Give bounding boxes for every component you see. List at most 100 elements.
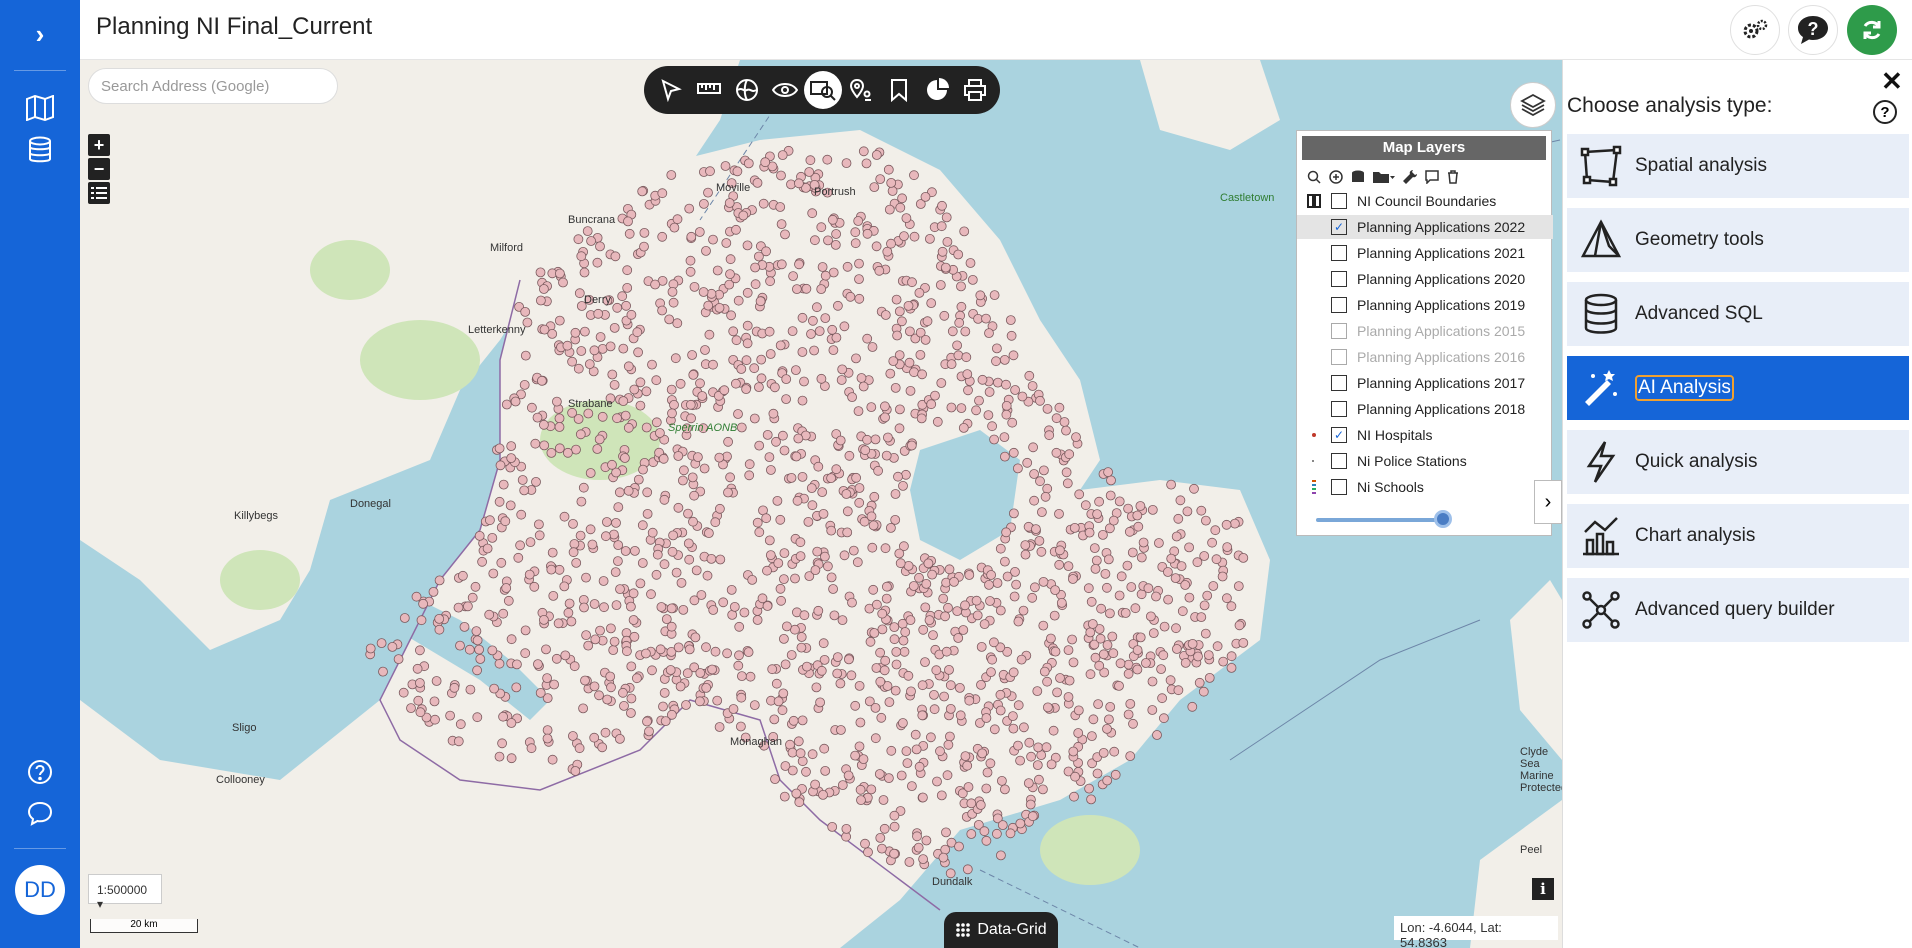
planning-point[interactable] [1166,553,1177,564]
planning-point[interactable] [839,550,850,561]
planning-point[interactable] [641,648,651,659]
planning-point[interactable] [1049,610,1060,621]
planning-point[interactable] [606,623,616,634]
planning-point[interactable] [981,313,991,324]
planning-point[interactable] [986,667,996,677]
planning-point[interactable] [823,561,833,572]
planning-point[interactable] [945,680,956,691]
planning-point[interactable] [841,489,852,499]
planning-point[interactable] [807,500,818,511]
planning-point[interactable] [945,731,955,742]
planning-point[interactable] [530,438,541,449]
planning-point[interactable] [668,530,678,541]
planning-point[interactable] [788,715,799,726]
planning-point[interactable] [1083,583,1094,594]
planning-point[interactable] [1064,449,1075,460]
planning-point[interactable] [1158,650,1169,661]
globe-tool-button[interactable] [728,71,766,109]
planning-point[interactable] [850,700,861,711]
planning-point[interactable] [554,564,565,575]
planning-point[interactable] [1051,447,1062,458]
layer-row[interactable]: NI Council Boundaries [1297,189,1553,213]
planning-point[interactable] [725,472,735,483]
planning-point[interactable] [781,374,792,385]
planning-point[interactable] [689,281,700,292]
planning-point[interactable] [853,216,864,226]
planning-point[interactable] [796,642,807,653]
planning-point[interactable] [1043,702,1053,713]
planning-point[interactable] [956,403,967,414]
planning-point[interactable] [1148,628,1159,638]
planning-point[interactable] [920,657,930,667]
planning-point[interactable] [941,827,951,838]
planning-point[interactable] [679,465,689,476]
planning-point[interactable] [666,603,677,614]
planning-point[interactable] [844,450,855,461]
planning-point[interactable] [808,315,818,326]
folder-dropdown-icon[interactable] [1373,170,1395,184]
planning-point[interactable] [883,164,894,175]
planning-point[interactable] [997,820,1008,830]
planning-point[interactable] [411,591,422,602]
planning-point[interactable] [622,282,633,293]
scale-select[interactable]: 1:500000 ▾ [88,874,162,911]
planning-point[interactable] [791,365,801,376]
planning-point[interactable] [489,683,500,694]
planning-point[interactable] [1106,475,1116,486]
planning-point[interactable] [1068,746,1079,757]
planning-point[interactable] [393,654,404,664]
planning-point[interactable] [637,558,648,568]
planning-point[interactable] [851,353,861,364]
planning-point[interactable] [676,578,687,588]
planning-point[interactable] [488,568,499,579]
planning-point[interactable] [786,472,797,483]
planning-point[interactable] [826,525,837,536]
planning-point[interactable] [484,609,495,620]
planning-point[interactable] [858,381,869,392]
planning-point[interactable] [1199,551,1210,561]
planning-point[interactable] [712,265,723,276]
planning-point[interactable] [805,155,816,166]
planning-point[interactable] [1010,385,1020,395]
planning-point[interactable] [1199,600,1210,611]
planning-point[interactable] [430,714,440,725]
planning-point[interactable] [612,302,623,313]
planning-point[interactable] [1184,592,1195,603]
analysis-option-ai[interactable]: AI Analysis [1567,356,1909,420]
planning-point[interactable] [647,527,658,538]
planning-point[interactable] [880,310,891,320]
planning-point[interactable] [865,636,876,647]
planning-point[interactable] [917,680,928,691]
planning-point[interactable] [678,605,689,615]
planning-point[interactable] [639,241,649,252]
planning-point[interactable] [1029,495,1039,506]
planning-point[interactable] [455,640,465,651]
planning-point[interactable] [1200,628,1211,639]
planning-point[interactable] [977,374,988,385]
planning-point[interactable] [836,375,847,385]
planning-point[interactable] [620,410,631,421]
planning-point[interactable] [953,633,964,643]
planning-point[interactable] [570,766,581,776]
planning-point[interactable] [1024,737,1035,748]
planning-point[interactable] [579,267,590,278]
planning-point[interactable] [813,605,824,616]
planning-point[interactable] [869,628,880,638]
planning-point[interactable] [793,433,804,444]
planning-point[interactable] [963,782,974,792]
planning-point[interactable] [534,530,545,541]
planning-point[interactable] [1211,554,1222,565]
planning-point[interactable] [1104,714,1114,725]
planning-point[interactable] [1234,620,1245,631]
planning-point[interactable] [946,359,957,370]
planning-point[interactable] [535,688,546,698]
planning-point[interactable] [895,558,906,569]
planning-point[interactable] [971,405,981,416]
planning-point[interactable] [739,607,750,618]
planning-point[interactable] [1087,731,1097,741]
planning-point[interactable] [898,718,908,728]
planning-point[interactable] [506,441,517,452]
planning-point[interactable] [1114,590,1125,601]
planning-point[interactable] [1069,791,1079,802]
planning-point[interactable] [826,572,837,583]
